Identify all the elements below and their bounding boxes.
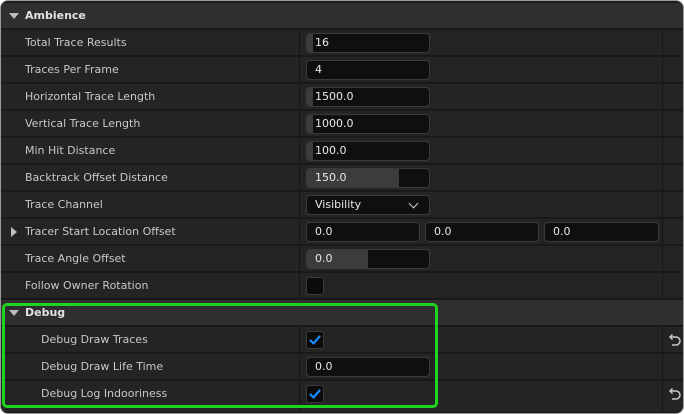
section-title: Debug (25, 306, 66, 319)
field-value: 1500.0 (315, 90, 354, 103)
field-value: 0.0 (315, 360, 333, 373)
checkmark-icon (309, 335, 321, 345)
debug-draw-traces-checkbox[interactable] (306, 331, 324, 349)
property-label: Tracer Start Location Offset (25, 225, 176, 238)
trace-angle-offset-slider[interactable]: 0.0 (306, 249, 430, 269)
property-label: Backtrack Offset Distance (25, 171, 168, 184)
section-header-ambience[interactable]: Ambience (1, 3, 683, 29)
caret-down-icon[interactable] (9, 310, 19, 316)
horizontal-trace-length-slider[interactable]: 1500.0 (306, 87, 430, 107)
follow-owner-rotation-checkbox[interactable] (306, 277, 324, 295)
property-label: Debug Log Indooriness (41, 387, 168, 400)
checkmark-icon (309, 389, 321, 399)
property-label: Debug Draw Traces (41, 333, 148, 346)
debug-draw-life-time-input[interactable]: 0.0 (306, 357, 430, 377)
offset-y-input[interactable]: 0.0 (425, 222, 539, 242)
property-label: Traces Per Frame (25, 63, 119, 76)
field-value: 16 (315, 36, 329, 49)
caret-right-icon[interactable] (11, 227, 17, 237)
property-row-backtrack-offset-distance: Backtrack Offset Distance 150.0 (1, 165, 683, 191)
reset-arrow-icon[interactable] (665, 384, 683, 404)
caret-down-icon[interactable] (9, 13, 19, 19)
details-panel: Ambience Total Trace Results 16 Traces P… (0, 0, 684, 414)
property-label: Min Hit Distance (25, 144, 116, 157)
section-title: Ambience (25, 9, 86, 22)
property-row-total-trace-results: Total Trace Results 16 (1, 30, 683, 56)
offset-x-input[interactable]: 0.0 (306, 222, 420, 242)
property-label: Trace Angle Offset (25, 252, 126, 265)
reset-arrow-icon[interactable] (665, 330, 683, 350)
backtrack-offset-distance-slider[interactable]: 150.0 (306, 168, 430, 188)
field-value: 0.0 (315, 225, 333, 238)
debug-log-indooriness-checkbox[interactable] (306, 385, 324, 403)
total-trace-results-slider[interactable]: 16 (306, 33, 430, 53)
field-value: 0.0 (553, 225, 571, 238)
property-row-trace-angle-offset: Trace Angle Offset 0.0 (1, 246, 683, 272)
field-value: 1000.0 (315, 117, 354, 130)
slider-fill (307, 115, 314, 133)
field-value: 0.0 (315, 252, 333, 265)
property-label: Trace Channel (25, 198, 103, 211)
traces-per-frame-input[interactable]: 4 (306, 60, 430, 80)
property-label: Follow Owner Rotation (25, 279, 149, 292)
property-row-follow-owner-rotation: Follow Owner Rotation (1, 273, 683, 299)
property-row-tracer-start-location-offset: Tracer Start Location Offset 0.0 0.0 0.0 (1, 219, 683, 245)
property-label: Vertical Trace Length (25, 117, 141, 130)
trace-channel-dropdown[interactable]: Visibility (306, 195, 430, 215)
property-row-min-hit-distance: Min Hit Distance 100.0 (1, 138, 683, 164)
property-row-vertical-trace-length: Vertical Trace Length 1000.0 (1, 111, 683, 137)
field-value: 4 (315, 63, 322, 76)
min-hit-distance-slider[interactable]: 100.0 (306, 141, 430, 161)
property-row-traces-per-frame: Traces Per Frame 4 (1, 57, 683, 83)
property-row-horizontal-trace-length: Horizontal Trace Length 1500.0 (1, 84, 683, 110)
property-row-trace-channel: Trace Channel Visibility (1, 192, 683, 218)
dropdown-value: Visibility (315, 198, 362, 211)
slider-fill (307, 142, 314, 160)
slider-fill (307, 88, 314, 106)
slider-fill (307, 34, 314, 52)
section-header-debug[interactable]: Debug (1, 300, 683, 326)
property-label: Total Trace Results (25, 36, 127, 49)
property-row-debug-draw-traces: Debug Draw Traces (1, 327, 683, 353)
field-value: 150.0 (315, 171, 347, 184)
field-value: 0.0 (434, 225, 452, 238)
field-value: 100.0 (315, 144, 347, 157)
chevron-down-icon (408, 198, 419, 209)
property-row-debug-log-indooriness: Debug Log Indooriness (1, 381, 683, 413)
vertical-trace-length-slider[interactable]: 1000.0 (306, 114, 430, 134)
property-label: Debug Draw Life Time (41, 360, 164, 373)
offset-z-input[interactable]: 0.0 (544, 222, 659, 242)
property-row-debug-draw-life-time: Debug Draw Life Time 0.0 (1, 354, 683, 380)
property-label: Horizontal Trace Length (25, 90, 156, 103)
